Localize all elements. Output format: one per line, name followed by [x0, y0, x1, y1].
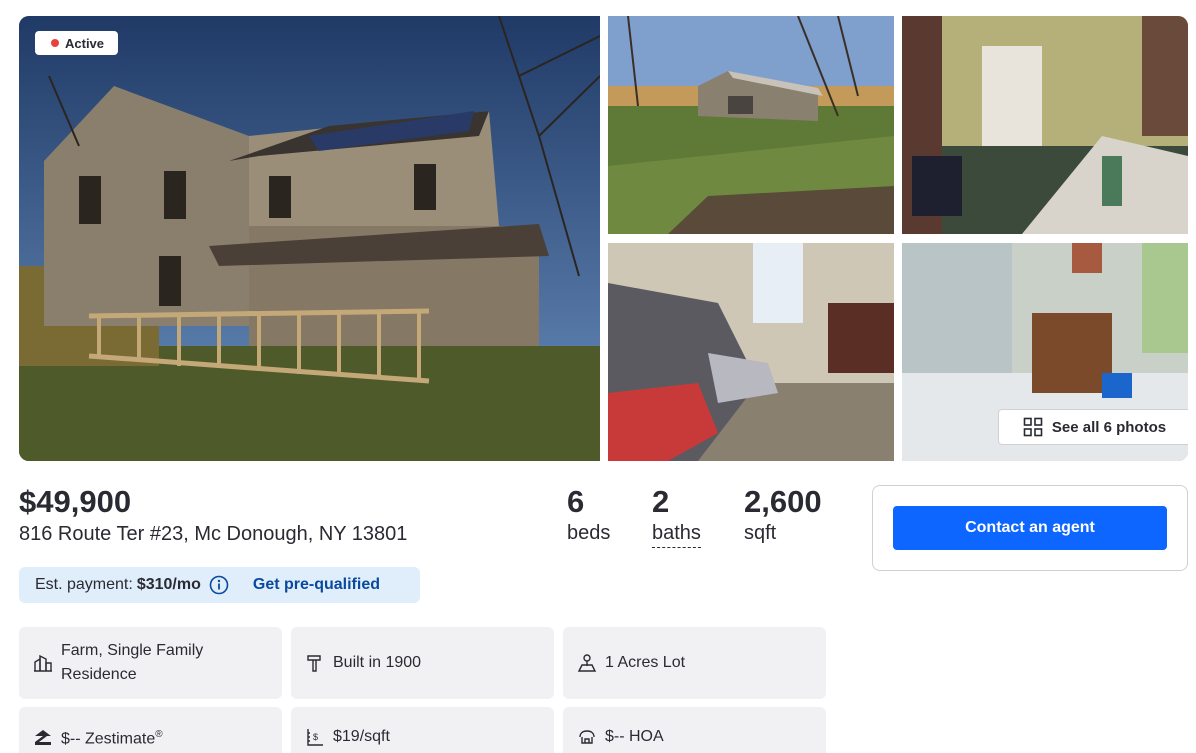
fact-tile-text: Farm, Single Family Residence — [61, 642, 204, 683]
status-badge-label: Active — [65, 35, 105, 51]
registered-mark: ® — [155, 728, 163, 740]
fact-tile-text: $-- HOA — [605, 728, 664, 745]
photo-cluttered-room[interactable] — [608, 243, 894, 461]
svg-text:$: $ — [313, 732, 318, 742]
building-icon — [34, 654, 52, 672]
zestimate-icon — [35, 730, 51, 745]
fact-tile-zestimate: $-- Zestimate® — [19, 707, 282, 753]
beds-value: 6 — [567, 484, 585, 519]
see-all-photos-button[interactable]: See all 6 photos — [998, 409, 1188, 445]
status-badge: Active — [35, 31, 119, 55]
payment-label: Est. payment: — [35, 576, 133, 593]
fact-tile-text: 1 Acres Lot — [605, 654, 686, 671]
price-per-sqft-icon: $ — [307, 729, 323, 746]
sqft-fact: 2,600 sqft — [744, 484, 822, 545]
sqft-label: sqft — [744, 522, 777, 544]
photo-gallery: Active See all 6 photos — [19, 16, 1188, 461]
fact-tile-hoa: $-- HOA — [563, 707, 826, 753]
info-icon[interactable] — [209, 575, 229, 595]
fact-tile-text: $19/sqft — [333, 728, 390, 745]
lot-size-icon — [577, 654, 597, 672]
photo-kitchen[interactable] — [902, 16, 1188, 234]
fact-tile-text: $-- Zestimate® — [61, 723, 163, 751]
baths-label[interactable]: baths — [652, 522, 701, 548]
fact-tile-property-type: Farm, Single Family Residence — [19, 627, 282, 699]
photo-bathroom[interactable]: See all 6 photos — [902, 243, 1188, 461]
listing-address: 816 Route Ter #23, Mc Donough, NY 13801 — [19, 523, 408, 545]
status-dot-icon — [51, 39, 59, 47]
contact-agent-button[interactable]: Contact an agent — [893, 506, 1167, 550]
grid-icon — [1023, 417, 1043, 437]
payment-bar: Est. payment: $310/mo Get pre-qualified — [19, 567, 420, 603]
baths-value: 2 — [652, 484, 670, 519]
fact-tile-lot-size: 1 Acres Lot — [563, 627, 826, 699]
beds-fact: 6 beds — [567, 484, 610, 545]
main-photo[interactable]: Active — [19, 16, 600, 461]
baths-fact[interactable]: 2 baths — [652, 484, 701, 548]
contact-card: Contact an agent — [872, 485, 1188, 571]
beds-label: beds — [567, 522, 611, 544]
see-all-photos-label: See all 6 photos — [1051, 418, 1167, 436]
fact-tile-text: Built in 1900 — [333, 654, 422, 671]
get-prequalified-link[interactable]: Get pre-qualified — [253, 576, 380, 594]
payment-amount: $310/mo — [136, 576, 201, 593]
hoa-icon — [579, 730, 595, 744]
fact-tile-price-per-sqft: $ $19/sqft — [291, 707, 554, 753]
listing-price: $49,900 — [19, 484, 132, 519]
hammer-icon — [307, 655, 321, 672]
sqft-value: 2,600 — [744, 484, 822, 519]
photo-barn[interactable] — [608, 16, 894, 234]
fact-tile-year-built: Built in 1900 — [291, 627, 554, 699]
zestimate-text: $-- Zestimate — [61, 730, 156, 748]
